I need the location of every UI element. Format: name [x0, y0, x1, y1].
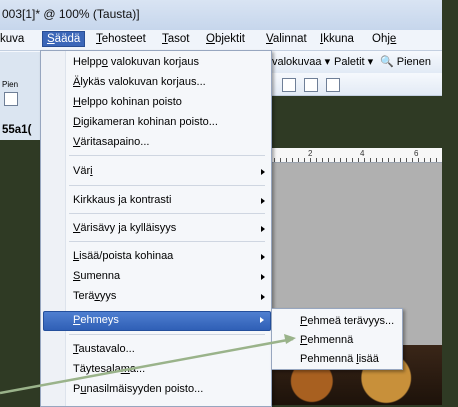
ruler-tick: 6	[414, 149, 419, 158]
background-edge	[442, 0, 458, 405]
menu-tasot[interactable]: Tasot	[162, 33, 190, 45]
menu-item-taustavalo[interactable]: Taustavalo...	[73, 343, 135, 355]
submenu-arrow-icon	[261, 169, 265, 175]
submenu-arrow-icon	[261, 254, 265, 260]
submenu-arrow-icon	[261, 274, 265, 280]
ruler-tick: 2	[308, 149, 313, 158]
menu-kuva[interactable]: kuva	[0, 33, 24, 45]
menu-item-varitasapaino[interactable]: Väritasapaino...	[73, 136, 149, 148]
submenu-arrow-icon	[261, 226, 265, 232]
menu-item-pehmeys-label: Pehmeys	[73, 314, 119, 326]
submenu-arrow-icon	[261, 198, 265, 204]
menu-separator	[69, 155, 265, 156]
menu-separator	[69, 334, 265, 335]
horizontal-ruler: 2 4 6	[256, 148, 442, 163]
menu-item-alykas-valokuvan-korjaus[interactable]: Älykäs valokuvan korjaus...	[73, 76, 206, 88]
menu-bar: kuva Säädä Tehosteet Tasot Objektit Vali…	[0, 30, 442, 51]
menu-ikkuna[interactable]: Ikkuna	[320, 33, 354, 45]
menu-saada[interactable]: Säädä	[42, 31, 86, 47]
ruler-tick: 4	[360, 149, 365, 158]
window-title: 003[1]* @ 100% (Tausta)]	[2, 7, 140, 21]
submenu-item-pehmea-teravyys[interactable]: Pehmeä terävyys...	[300, 315, 394, 327]
menu-separator	[69, 213, 265, 214]
paletit-menu[interactable]: Paletit ▾	[334, 55, 373, 68]
magnifier-icon[interactable]	[4, 92, 18, 106]
submenu-arrow-icon	[261, 294, 265, 300]
menu-item-pehmeys[interactable]: Pehmeys	[43, 311, 271, 331]
view-icon-3[interactable]	[326, 78, 340, 92]
menu-item-kirkkaus-ja-kontrasti[interactable]: Kirkkaus ja kontrasti	[73, 194, 171, 206]
zoom-button[interactable]: 🔍 Pienen	[380, 55, 431, 68]
menu-item-sumenna[interactable]: Sumenna	[73, 270, 120, 282]
document-tab[interactable]: 55a1(	[2, 124, 31, 136]
menu-item-teravyys[interactable]: Terävyys	[73, 290, 116, 302]
menu-separator	[69, 185, 265, 186]
submenu-item-pehmenna[interactable]: Pehmennä	[300, 334, 353, 346]
menu-icon-gutter	[41, 51, 66, 406]
submenu-arrow-icon	[260, 317, 264, 323]
menu-item-taytesalama[interactable]: Täytesalama...	[73, 363, 145, 375]
pehmeys-submenu: Pehmeä terävyys... Pehmennä Pehmennä lis…	[271, 308, 403, 370]
menu-item-helppo-kohinan-poisto[interactable]: Helppo kohinan poisto	[73, 96, 182, 108]
photo-editor-window: 003[1]* @ 100% (Tausta)] kuva Säädä Teho…	[0, 0, 458, 407]
valokuvaa-menu[interactable]: valokuvaa ▾	[272, 55, 330, 68]
menu-item-lisaa-poista-kohinaa[interactable]: Lisää/poista kohinaa	[73, 250, 173, 262]
saada-dropdown-menu: Helppo valokuvan korjaus Älykäs valokuva…	[40, 50, 272, 407]
menu-separator	[69, 241, 265, 242]
menu-item-punasilmaisyyden-poisto[interactable]: Punasilmäisyyden poisto...	[73, 383, 203, 395]
menu-valinnat[interactable]: Valinnat	[266, 33, 307, 45]
pien-label: Pien	[2, 80, 19, 89]
menu-item-vari[interactable]: Väri	[73, 165, 93, 177]
menu-ohje[interactable]: Ohje	[372, 33, 396, 45]
title-bar: 003[1]* @ 100% (Tausta)]	[0, 0, 442, 31]
menu-objektit[interactable]: Objektit	[206, 33, 245, 45]
submenu-item-pehmenna-lisaa[interactable]: Pehmennä lisää	[300, 353, 379, 365]
menu-item-helppo-valokuvan-korjaus[interactable]: Helppo valokuvan korjaus	[73, 56, 199, 68]
menu-item-varisavy-ja-kyllaisyys[interactable]: Värisävy ja kylläisyys	[73, 222, 176, 234]
view-icon-1[interactable]	[282, 78, 296, 92]
view-icon-2[interactable]	[304, 78, 318, 92]
menu-item-digikameran-kohinan-poisto[interactable]: Digikameran kohinan poisto...	[73, 116, 218, 128]
menu-tehosteet[interactable]: Tehosteet	[96, 33, 146, 45]
